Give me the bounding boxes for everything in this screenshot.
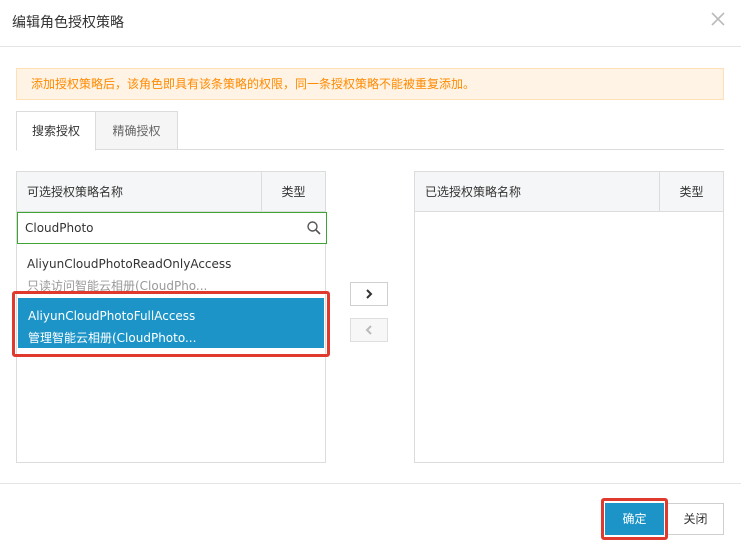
available-policies-panel: 可选授权策略名称 类型 AliyunCloudPhotoReadOnlyAcce… [16,171,327,463]
policy-search-input[interactable] [18,213,298,243]
available-panel-header: 可选授权策略名称 类型 [17,172,325,212]
close-button[interactable]: 关闭 [667,503,724,535]
notice-banner: 添加授权策略后，该角色即具有该条策略的权限，同一条授权策略不能被重复添加。 [16,68,724,100]
dialog-title: 编辑角色授权策略 [12,15,124,31]
policy-desc: 只读访问智能云相册(CloudPho... [27,279,208,293]
tab-exact-auth[interactable]: 精确授权 [96,111,178,150]
policy-name: AliyunCloudPhotoReadOnlyAccess [27,257,232,271]
policy-search-box [17,212,327,244]
policy-desc: 管理智能云相册(CloudPhoto... [28,331,197,345]
remove-policy-button[interactable] [350,318,388,342]
selected-panel-header: 已选授权策略名称 类型 [415,172,723,212]
chevron-left-icon [363,321,375,340]
close-icon[interactable] [709,10,729,30]
policy-name: AliyunCloudPhotoFullAccess [28,309,196,323]
footer-divider [0,483,741,484]
available-col-type: 类型 [261,172,325,212]
add-policy-button[interactable] [350,282,388,306]
tab-bar: 搜索授权 精确授权 [16,111,724,151]
policy-list-item-selected[interactable]: AliyunCloudPhotoFullAccess 管理智能云相册(Cloud… [18,298,324,348]
dialog-header: 编辑角色授权策略 [0,0,741,47]
chevron-right-icon [363,285,375,304]
available-col-name: 可选授权策略名称 [27,185,124,199]
selected-col-name: 已选授权策略名称 [425,185,522,199]
confirm-button[interactable]: 确定 [605,503,664,535]
selected-col-type: 类型 [659,172,723,212]
selected-policies-panel: 已选授权策略名称 类型 [414,171,724,463]
policy-list-item[interactable]: AliyunCloudPhotoReadOnlyAccess 只读访问智能云相册… [17,248,325,294]
tab-search-auth[interactable]: 搜索授权 [16,111,96,151]
search-icon[interactable] [306,220,322,236]
